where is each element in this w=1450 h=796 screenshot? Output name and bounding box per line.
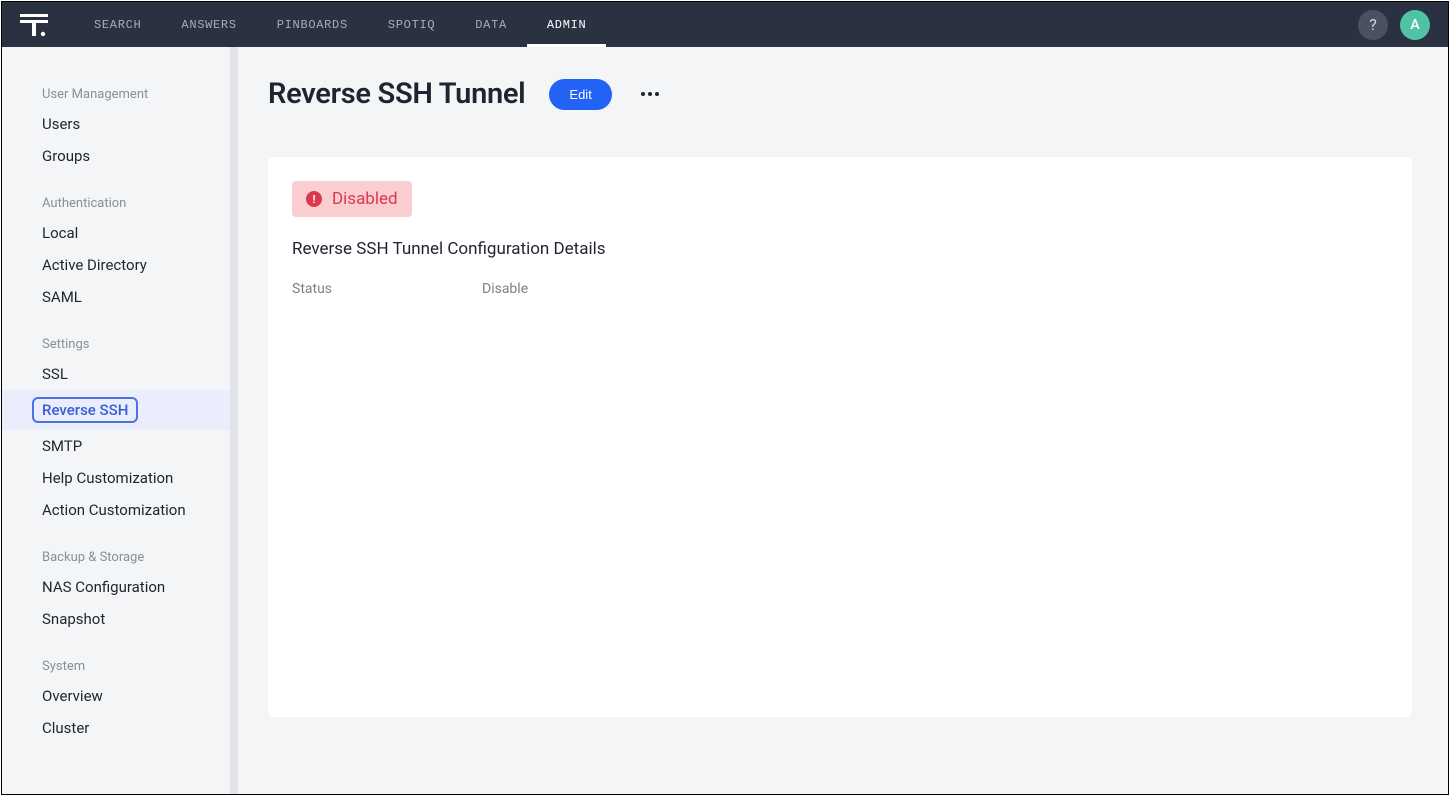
sidebar-item-overview[interactable]: Overview bbox=[2, 680, 230, 712]
sidebar-container: User Management Users Groups Authenticat… bbox=[2, 47, 238, 794]
nav-pinboards[interactable]: PINBOARDS bbox=[257, 2, 368, 47]
sidebar-item-active-directory[interactable]: Active Directory bbox=[2, 249, 230, 281]
sidebar-item-action-customization[interactable]: Action Customization bbox=[2, 494, 230, 526]
status-badge-text: Disabled bbox=[332, 189, 398, 209]
page-header: Reverse SSH Tunnel Edit bbox=[268, 77, 1412, 111]
edit-button[interactable]: Edit bbox=[549, 79, 611, 110]
nav-links: SEARCH ANSWERS PINBOARDS SPOTIQ DATA ADM… bbox=[74, 2, 606, 47]
sidebar: User Management Users Groups Authenticat… bbox=[2, 47, 230, 794]
sidebar-item-groups[interactable]: Groups bbox=[2, 140, 230, 172]
nav-answers[interactable]: ANSWERS bbox=[161, 2, 256, 47]
sidebar-item-ssl[interactable]: SSL bbox=[2, 358, 230, 390]
avatar[interactable]: A bbox=[1400, 10, 1430, 40]
sidebar-section-user-management: User Management bbox=[2, 81, 230, 108]
sidebar-section-settings: Settings bbox=[2, 331, 230, 358]
more-menu-icon[interactable] bbox=[636, 80, 664, 108]
sidebar-item-label: Reverse SSH bbox=[32, 397, 138, 423]
sidebar-item-nas-configuration[interactable]: NAS Configuration bbox=[2, 571, 230, 603]
sidebar-item-users[interactable]: Users bbox=[2, 108, 230, 140]
page-title: Reverse SSH Tunnel bbox=[268, 77, 525, 111]
sidebar-section-system: System bbox=[2, 653, 230, 680]
sidebar-section-backup-storage: Backup & Storage bbox=[2, 544, 230, 571]
alert-icon: ! bbox=[306, 191, 322, 207]
config-row-status: Status Disable bbox=[292, 281, 1388, 297]
config-section-title: Reverse SSH Tunnel Configuration Details bbox=[292, 239, 1388, 259]
sidebar-item-smtp[interactable]: SMTP bbox=[2, 430, 230, 462]
app-logo[interactable] bbox=[20, 11, 48, 39]
sidebar-item-reverse-ssh[interactable]: Reverse SSH bbox=[2, 390, 230, 430]
main-content: Reverse SSH Tunnel Edit ! Disabled Rever… bbox=[238, 47, 1448, 794]
sidebar-item-local[interactable]: Local bbox=[2, 217, 230, 249]
config-value-status: Disable bbox=[482, 281, 528, 297]
nav-data[interactable]: DATA bbox=[455, 2, 527, 47]
sidebar-item-saml[interactable]: SAML bbox=[2, 281, 230, 313]
sidebar-section-authentication: Authentication bbox=[2, 190, 230, 217]
top-navbar: SEARCH ANSWERS PINBOARDS SPOTIQ DATA ADM… bbox=[2, 2, 1448, 47]
config-card: ! Disabled Reverse SSH Tunnel Configurat… bbox=[268, 157, 1412, 717]
nav-admin[interactable]: ADMIN bbox=[527, 2, 607, 47]
nav-search[interactable]: SEARCH bbox=[74, 2, 161, 47]
sidebar-item-cluster[interactable]: Cluster bbox=[2, 712, 230, 744]
help-icon[interactable]: ? bbox=[1358, 10, 1388, 40]
status-badge: ! Disabled bbox=[292, 181, 412, 217]
sidebar-item-snapshot[interactable]: Snapshot bbox=[2, 603, 230, 635]
config-label-status: Status bbox=[292, 281, 482, 297]
nav-spotiq[interactable]: SPOTIQ bbox=[368, 2, 455, 47]
sidebar-scrollbar[interactable] bbox=[230, 47, 238, 794]
sidebar-item-help-customization[interactable]: Help Customization bbox=[2, 462, 230, 494]
